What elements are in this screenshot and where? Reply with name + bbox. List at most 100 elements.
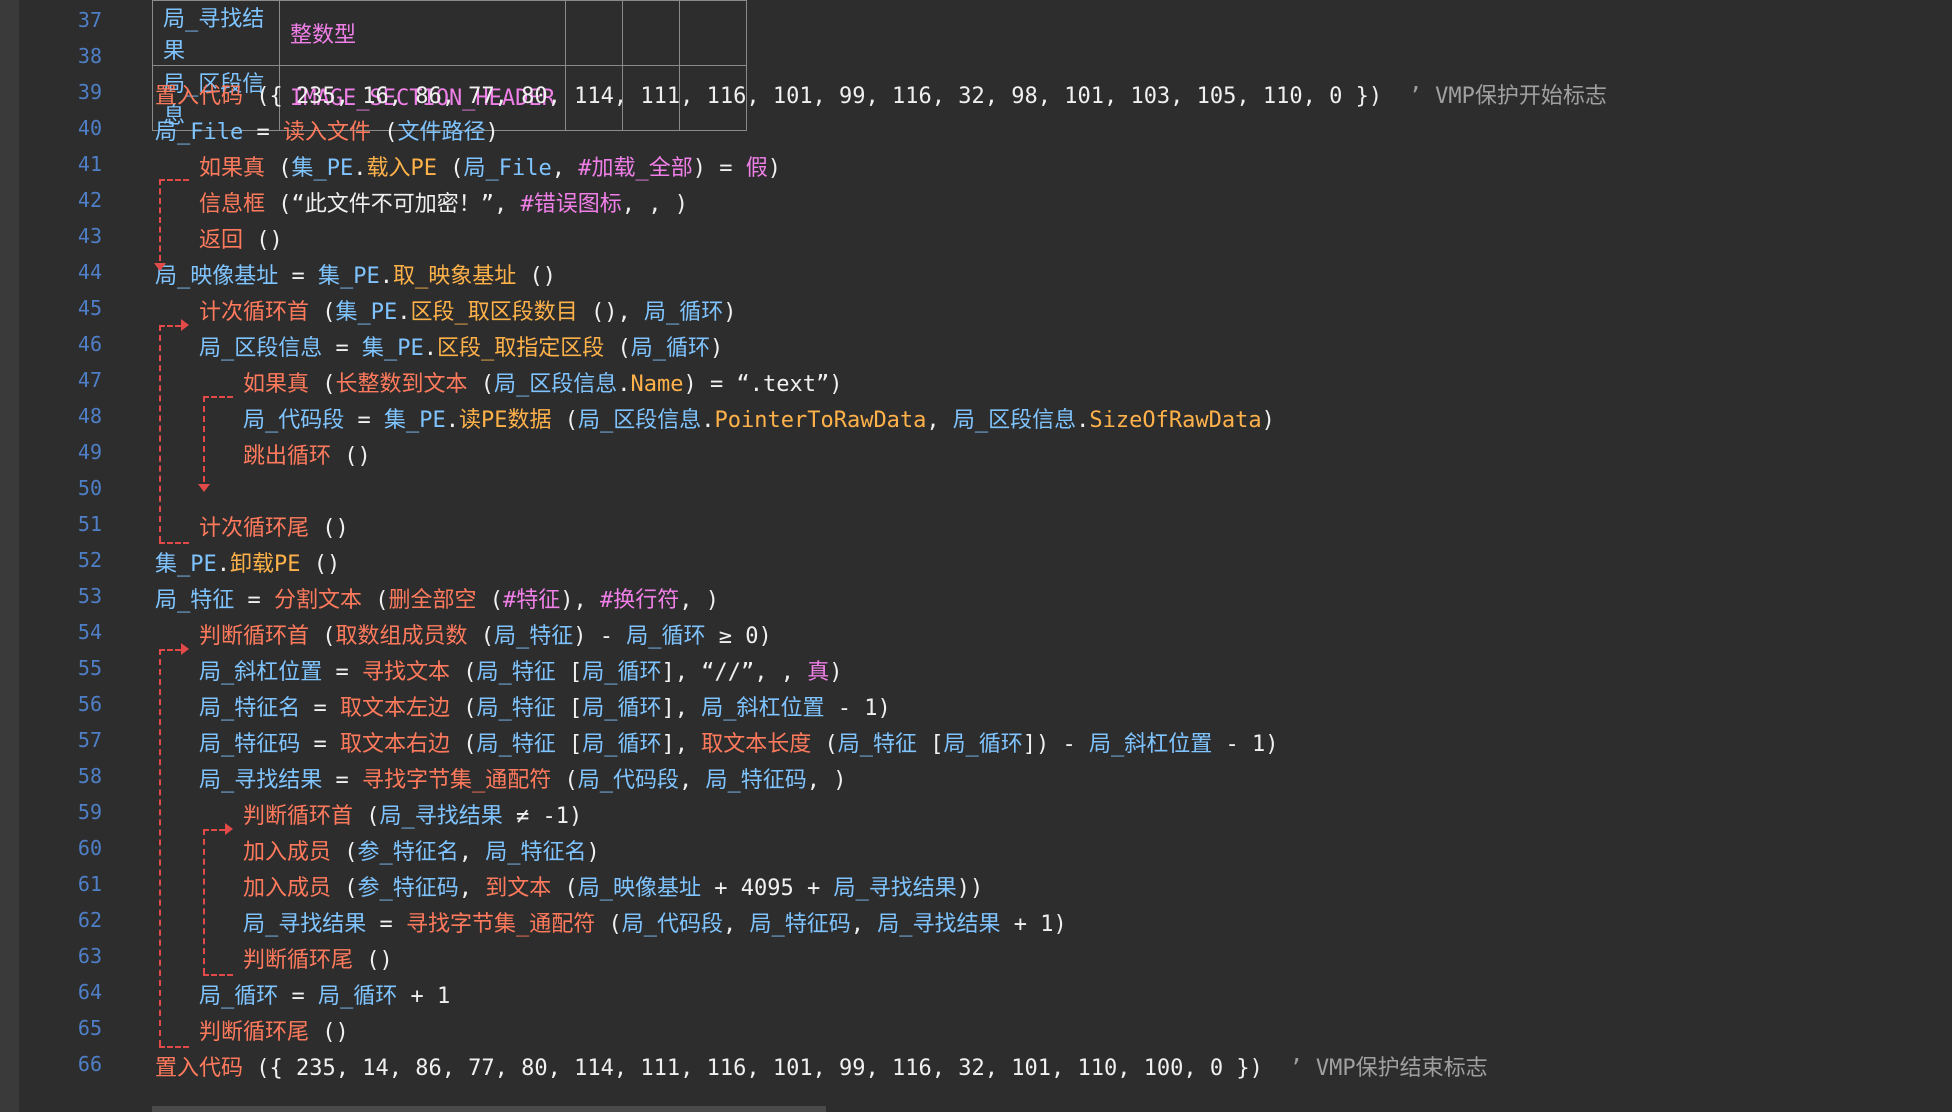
flow-arrow-down-icon bbox=[198, 484, 210, 492]
line-number: 52 bbox=[77, 548, 102, 572]
line-number: 40 bbox=[77, 116, 102, 140]
code-line[interactable]: 判断循环首 (局_寻找结果 ≠ -1) bbox=[243, 798, 582, 830]
code-line[interactable]: 局_映像基址 = 集_PE.取_映象基址 () bbox=[155, 258, 556, 290]
code-line[interactable]: 局_寻找结果 = 寻找字节集_通配符 (局_代码段, 局_特征码, 局_寻找结果… bbox=[243, 906, 1067, 938]
line-number: 63 bbox=[77, 944, 102, 968]
line-number: 61 bbox=[77, 872, 102, 896]
code-token: SizeOfRawData bbox=[1089, 408, 1262, 433]
code-token: () bbox=[243, 228, 283, 253]
code-token: 取文本左边 bbox=[340, 696, 451, 721]
line-number: 48 bbox=[77, 404, 102, 428]
code-token: 卸载PE bbox=[230, 552, 301, 577]
code-token: Name bbox=[630, 372, 684, 397]
code-line[interactable]: 加入成员 (参_特征码, 到文本 (局_映像基址 + 4095 + 局_寻找结果… bbox=[243, 870, 983, 902]
flow-arrow-right-icon bbox=[181, 319, 189, 331]
code-token: 0 bbox=[745, 624, 759, 649]
code-token: ( bbox=[476, 588, 504, 613]
code-token: ], bbox=[661, 732, 702, 757]
code-token: = bbox=[322, 660, 362, 685]
code-line[interactable]: 加入成员 (参_特征名, 局_特征名) bbox=[243, 834, 600, 866]
code-token: 局_斜杠位置 bbox=[199, 660, 323, 685]
code-token: 区段_取区段数目 bbox=[410, 300, 578, 325]
code-line[interactable]: 计次循环尾 () bbox=[199, 510, 349, 542]
code-token: ( bbox=[450, 660, 477, 685]
code-line[interactable]: 置入代码 ({ 235, 14, 86, 77, 80, 114, 111, 1… bbox=[155, 1050, 1488, 1082]
code-token: + bbox=[793, 876, 834, 901]
code-token: ) bbox=[569, 804, 583, 829]
code-token: 集_PE bbox=[384, 408, 446, 433]
code-token: , ) bbox=[679, 588, 720, 613]
code-token: [ bbox=[555, 732, 583, 757]
code-line[interactable]: 局_File = 读入文件 (文件路径) bbox=[155, 114, 499, 146]
code-editor[interactable]: 37 38 39 置入代码 ({ 235, 16, 86, 77, 80, 114, … bbox=[0, 0, 1952, 1112]
code-token: 局_代码段 bbox=[621, 912, 723, 937]
code-token: “//” bbox=[701, 660, 755, 685]
code-token: = bbox=[300, 696, 340, 721]
code-line[interactable]: 如果真 (集_PE.载入PE (局_File, #加载_全部) = 假) bbox=[199, 150, 781, 182]
code-token: #换行符 bbox=[600, 588, 680, 613]
code-token: 长整数到文本 bbox=[335, 372, 468, 397]
code-token: 局_特征 bbox=[476, 732, 556, 757]
code-token: , bbox=[494, 192, 521, 217]
code-token: = bbox=[243, 120, 283, 145]
code-token: PointerToRawData bbox=[714, 408, 927, 433]
code-line[interactable]: 局_代码段 = 集_PE.读PE数据 (局_区段信息.PointerToRawD… bbox=[243, 402, 1275, 434]
code-line[interactable]: 计次循环首 (集_PE.区段_取区段数目 (), 局_循环) bbox=[199, 294, 737, 326]
code-line[interactable]: 局_特征名 = 取文本左边 (局_特征 [局_循环], 局_斜杠位置 - 1) bbox=[199, 690, 891, 722]
code-line[interactable]: 局_特征 = 分割文本 (删全部空 (#特征), #换行符, ) bbox=[155, 582, 719, 614]
code-line[interactable]: 局_特征码 = 取文本右边 (局_特征 [局_循环], 取文本长度 (局_特征 … bbox=[199, 726, 1279, 758]
line-number: 51 bbox=[77, 512, 102, 536]
flow-arrow-right-icon bbox=[181, 643, 189, 655]
code-token: 到文本 bbox=[485, 876, 552, 901]
code-line[interactable]: 跳出循环 () bbox=[243, 438, 371, 470]
code-token: = bbox=[278, 264, 318, 289]
code-line[interactable]: 集_PE.卸载PE () bbox=[155, 546, 340, 578]
code-token: ( bbox=[309, 372, 336, 397]
code-token: 文件路径 bbox=[397, 120, 486, 145]
code-line[interactable]: 判断循环尾 () bbox=[243, 942, 393, 974]
code-token: ) bbox=[1053, 912, 1067, 937]
code-token: = bbox=[234, 588, 274, 613]
code-line[interactable]: 判断循环首 (取数组成员数 (局_特征) - 局_循环 ≥ 0) bbox=[199, 618, 772, 650]
code-token: ) bbox=[586, 840, 600, 865]
code-line[interactable]: 局_循环 = 局_循环 + 1 bbox=[199, 978, 450, 1010]
code-token: . bbox=[216, 552, 230, 577]
code-token: () bbox=[331, 444, 371, 469]
line-number: 56 bbox=[77, 692, 102, 716]
code-token: 局_循环 bbox=[582, 660, 662, 685]
code-token: 1 bbox=[1040, 912, 1054, 937]
code-token: , bbox=[850, 912, 878, 937]
code-line[interactable]: 判断循环尾 () bbox=[199, 1014, 349, 1046]
code-line[interactable]: 返回 () bbox=[199, 222, 283, 254]
flow-line bbox=[159, 325, 161, 542]
code-token: . bbox=[617, 372, 631, 397]
flow-line bbox=[159, 649, 181, 651]
code-token: 局_映像基址 bbox=[577, 876, 702, 901]
line-number: 55 bbox=[77, 656, 102, 680]
line-number: 50 bbox=[77, 476, 102, 500]
code-line[interactable]: 局_区段信息 = 集_PE.区段_取指定区段 (局_循环) bbox=[199, 330, 723, 362]
code-token: [ bbox=[555, 696, 583, 721]
code-token: 集_PE bbox=[155, 552, 217, 577]
code-token: 取_映象基址 bbox=[393, 264, 517, 289]
code-token: 置入代码 bbox=[155, 1056, 244, 1081]
code-token: 局_循环 bbox=[630, 336, 710, 361]
line-number: 58 bbox=[77, 764, 102, 788]
code-line[interactable]: 局_寻找结果 = 寻找字节集_通配符 (局_代码段, 局_特征码, ) bbox=[199, 762, 847, 794]
code-line[interactable]: 如果真 (长整数到文本 (局_区段信息.Name) = “.text”) bbox=[243, 366, 842, 398]
code-token: ( bbox=[309, 624, 336, 649]
code-token: 局_寻找结果 bbox=[243, 912, 367, 937]
code-token: 局_File bbox=[155, 120, 244, 145]
code-token: ( bbox=[551, 768, 578, 793]
code-line[interactable]: 置入代码 ({ 235, 16, 86, 77, 80, 114, 111, 1… bbox=[155, 78, 1607, 110]
code-token: = bbox=[366, 912, 406, 937]
horizontal-scrollbar[interactable] bbox=[152, 1106, 826, 1112]
code-token: 局_区段信息 bbox=[494, 372, 618, 397]
flow-line bbox=[203, 396, 233, 398]
code-token: [ bbox=[555, 660, 583, 685]
code-line[interactable]: 信息框 (“此文件不可加密！”, #错误图标, , ) bbox=[199, 186, 688, 218]
code-line[interactable]: 局_斜杠位置 = 寻找文本 (局_特征 [局_循环], “//”, , 真) bbox=[199, 654, 843, 686]
line-number: 64 bbox=[77, 980, 102, 1004]
code-token: 加入成员 bbox=[243, 840, 332, 865]
code-token: ( bbox=[331, 840, 358, 865]
